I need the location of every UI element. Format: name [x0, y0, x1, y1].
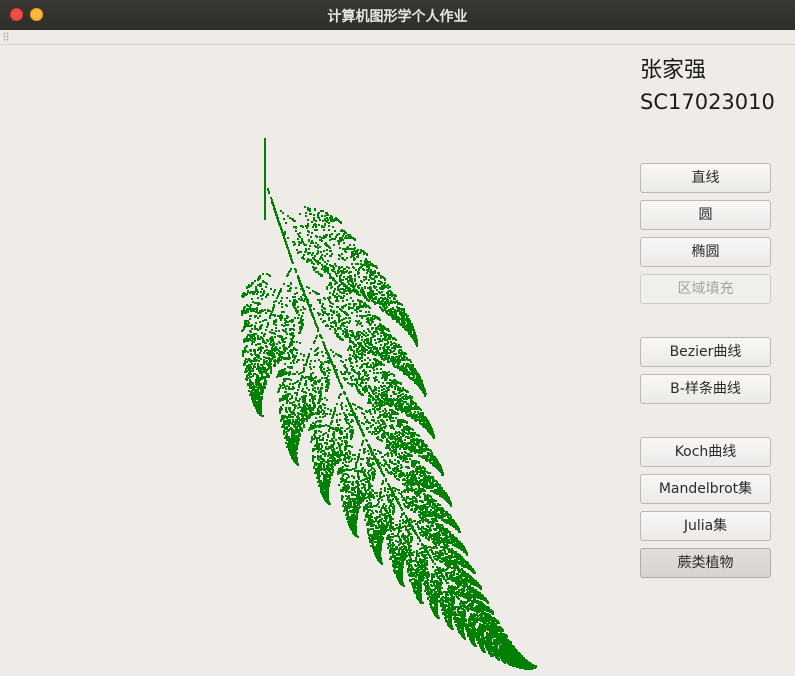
mandelbrot-set-button[interactable]: Mandelbrot集 — [640, 474, 771, 504]
author-name: 张家强 — [640, 58, 707, 83]
bezier-curve-button[interactable]: Bezier曲线 — [640, 337, 771, 367]
toolbar-strip — [0, 30, 795, 45]
line-button[interactable]: 直线 — [640, 163, 771, 193]
ellipse-button[interactable]: 椭圆 — [640, 237, 771, 267]
koch-curve-button[interactable]: Koch曲线 — [640, 437, 771, 467]
fern-fractal-drawing — [241, 138, 537, 670]
toolbar-grip-handle[interactable] — [3, 32, 9, 42]
fern-plant-button[interactable]: 蕨类植物 — [640, 548, 771, 578]
circle-button[interactable]: 圆 — [640, 200, 771, 230]
window-title: 计算机图形学个人作业 — [327, 9, 468, 25]
student-id: SC17023010 — [640, 90, 775, 114]
region-fill-button[interactable]: 区域填充 — [640, 274, 771, 304]
drawing-canvas[interactable] — [0, 45, 630, 672]
title-bar: 计算机图形学个人作业 — [0, 0, 795, 31]
julia-set-button[interactable]: Julia集 — [640, 511, 771, 541]
fern-fronds — [241, 188, 537, 670]
bspline-curve-button[interactable]: B-样条曲线 — [640, 374, 771, 404]
